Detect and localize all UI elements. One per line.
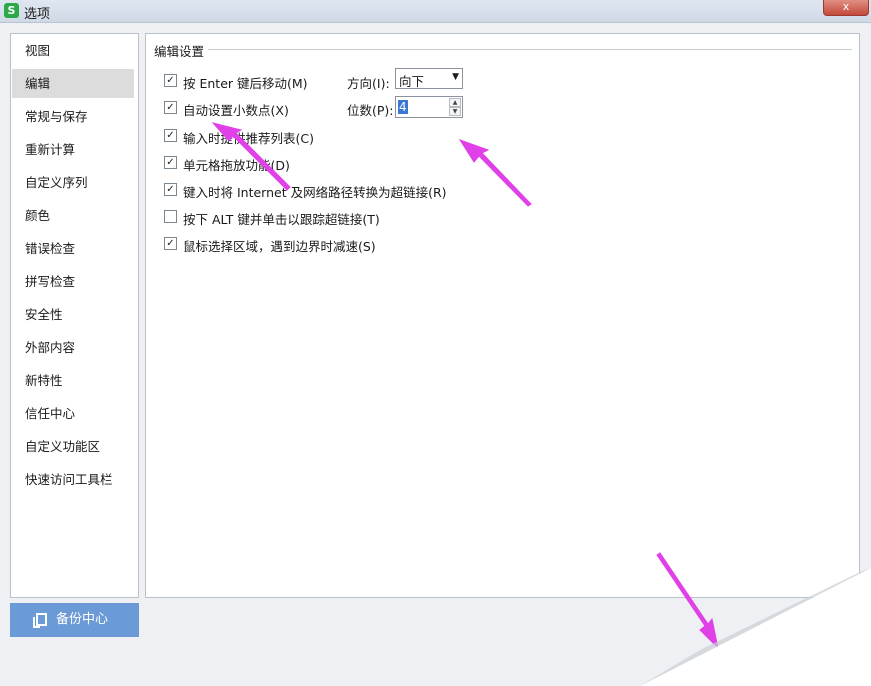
page-curl-decoration	[640, 568, 871, 686]
